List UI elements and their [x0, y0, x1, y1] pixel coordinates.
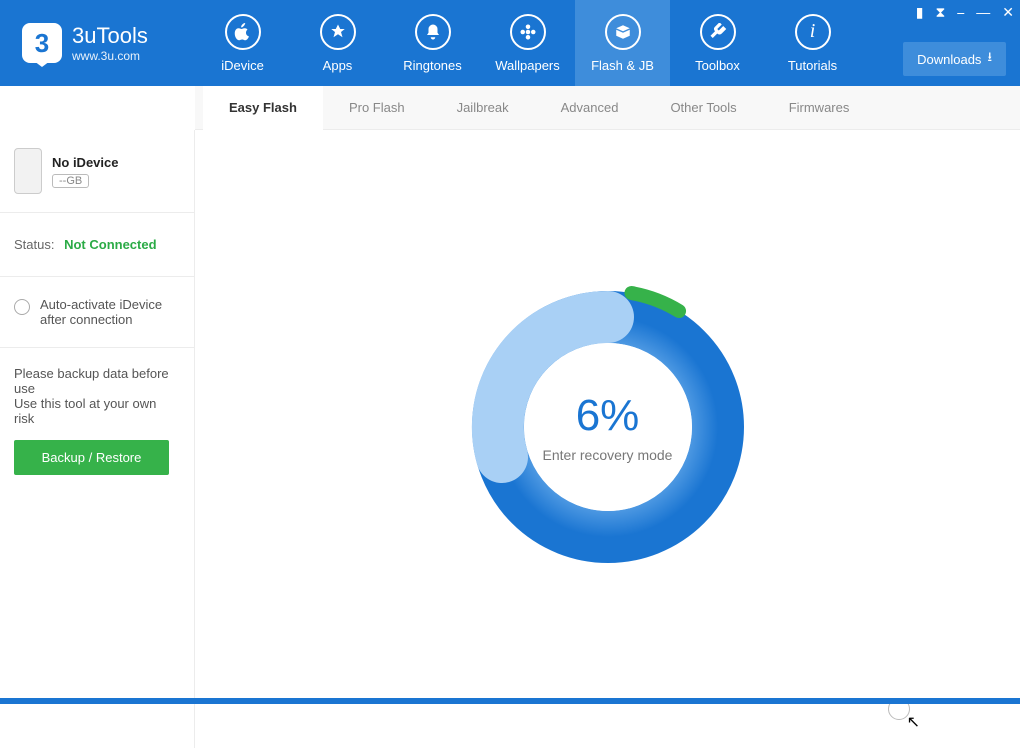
status-label: Status: — [14, 237, 54, 252]
status-value: Not Connected — [64, 237, 156, 252]
device-title: No iDevice — [52, 155, 118, 170]
auto-activate-option[interactable]: Auto-activate iDevice after connection — [0, 277, 194, 348]
nav-label: Apps — [323, 58, 353, 73]
minimize-icon[interactable]: — — [976, 4, 990, 21]
app-url: www.3u.com — [72, 49, 148, 63]
body: No iDevice --GB Status: Not Connected Au… — [0, 130, 1020, 748]
tools-icon — [700, 14, 736, 50]
bell-icon — [415, 14, 451, 50]
backup-restore-button[interactable]: Backup / Restore — [14, 440, 169, 475]
tab-advanced[interactable]: Advanced — [535, 86, 645, 130]
progress-subtitle: Enter recovery mode — [543, 447, 673, 463]
nav-ringtones[interactable]: Ringtones — [385, 0, 480, 86]
main-nav: iDevice Apps Ringtones Wallpapers Flash & JB… — [195, 0, 860, 86]
sidebar: No iDevice --GB Status: Not Connected Au… — [0, 130, 195, 748]
nav-wallpapers[interactable]: Wallpapers — [480, 0, 575, 86]
sub-tabs: Easy FlashPro FlashJailbreakAdvancedOthe… — [195, 86, 1020, 130]
progress-percent: 6% — [543, 391, 673, 441]
nav-toolbox[interactable]: Toolbox — [670, 0, 765, 86]
downloads-button[interactable]: Downloads ⭳ — [903, 42, 1006, 76]
nav-label: Flash & JB — [591, 58, 654, 73]
apple-icon — [225, 14, 261, 50]
tab-othertools[interactable]: Other Tools — [644, 86, 762, 130]
brand: 3 3uTools www.3u.com — [0, 23, 195, 63]
shirt-icon[interactable]: ⧗ — [935, 4, 945, 21]
warning-line-2: Use this tool at your own risk — [14, 396, 180, 426]
device-image-icon — [14, 148, 42, 194]
nav-flashjb[interactable]: Flash & JB — [575, 0, 670, 86]
auto-activate-label: Auto-activate iDevice after connection — [40, 297, 180, 327]
nav-idevice[interactable]: iDevice — [195, 0, 290, 86]
tab-jailbreak[interactable]: Jailbreak — [431, 86, 535, 130]
warning-line-1: Please backup data before use — [14, 366, 180, 396]
footer-bar — [0, 698, 1020, 704]
nav-label: Toolbox — [695, 58, 740, 73]
status-row: Status: Not Connected — [0, 213, 194, 277]
top-bar: 3 3uTools www.3u.com iDevice Apps Ringtone… — [0, 0, 1020, 86]
device-capacity: --GB — [52, 174, 89, 188]
download-icon: ⭳ — [987, 48, 992, 70]
brand-logo-icon: 3 — [22, 23, 62, 63]
nav-apps[interactable]: Apps — [290, 0, 385, 86]
nav-label: Tutorials — [788, 58, 837, 73]
feedback-icon[interactable]: ▮ — [916, 4, 924, 21]
tab-firmwares[interactable]: Firmwares — [763, 86, 876, 130]
device-block: No iDevice --GB — [0, 130, 194, 213]
progress-ring: 6% Enter recovery mode — [458, 277, 758, 577]
nav-label: Wallpapers — [495, 58, 560, 73]
mouse-cursor-icon: ↖ — [907, 712, 920, 732]
downloads-label: Downloads — [917, 52, 981, 67]
settings-icon[interactable]: ⎯ — [957, 4, 964, 21]
nav-label: iDevice — [221, 58, 264, 73]
nav-label: Ringtones — [403, 58, 462, 73]
radio-unchecked-icon[interactable] — [14, 299, 30, 315]
info-icon: i — [795, 14, 831, 50]
store-icon — [320, 14, 356, 50]
box-icon — [605, 14, 641, 50]
nav-tutorials[interactable]: i Tutorials — [765, 0, 860, 86]
flower-icon — [510, 14, 546, 50]
tab-proflash[interactable]: Pro Flash — [323, 86, 431, 130]
app-name: 3uTools — [72, 23, 148, 49]
tab-easyflash[interactable]: Easy Flash — [203, 86, 323, 130]
close-icon[interactable]: ✕ — [1002, 4, 1014, 21]
main-panel: 6% Enter recovery mode ↖ — [195, 130, 1020, 748]
window-controls: ▮ ⧗ ⎯ — ✕ — [916, 4, 1014, 21]
warning-block: Please backup data before use Use this t… — [0, 348, 194, 489]
